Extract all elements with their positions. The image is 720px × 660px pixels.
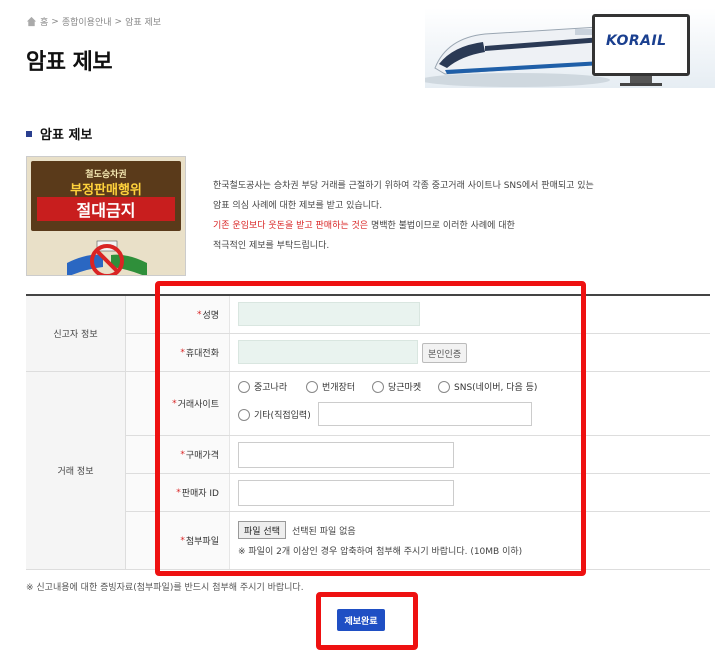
description-warning: 기존 운임보다 웃돈을 받고 판매하는 것은 — [213, 221, 369, 231]
breadcrumb-separator: > — [114, 16, 123, 27]
monitor-base — [620, 83, 662, 86]
breadcrumb-level1[interactable]: 종합이용안내 — [62, 15, 112, 28]
description-line: 적극적인 제보를 부탁드립니다. — [213, 241, 330, 251]
home-icon[interactable] — [26, 16, 37, 27]
breadcrumb-home[interactable]: 홈 — [40, 15, 48, 28]
submit-highlight-box — [316, 592, 418, 650]
poster-banner: 절대금지 — [37, 197, 175, 221]
description-line: 암표 의심 사례에 대한 제보를 받고 있습니다. — [213, 201, 383, 211]
section-title: 암표 제보 — [40, 128, 93, 143]
poster-board: 철도승차권 부정판매행위 절대금지 — [31, 161, 181, 231]
breadcrumb-separator: > — [51, 16, 59, 27]
description-line: 기존 운임보다 웃돈을 받고 판매하는 것은 명백한 불법이므로 이러한 사례에… — [213, 216, 594, 236]
section-header: 암표 제보 — [26, 124, 92, 143]
group-trade-info: 거래 정보 — [26, 372, 126, 570]
group-reporter-info: 신고자 정보 — [26, 296, 126, 372]
breadcrumb-current: 암표 제보 — [125, 18, 162, 28]
description-line: 한국철도공사는 승차권 부당 거래를 근절하기 위하여 각종 중고거래 사이트나… — [213, 181, 594, 191]
description: 한국철도공사는 승차권 부당 거래를 근절하기 위하여 각종 중고거래 사이트나… — [213, 176, 594, 256]
campaign-poster-image: 철도승차권 부정판매행위 절대금지 — [26, 156, 186, 276]
prohibition-sign-icon — [67, 240, 147, 275]
page: 홈 > 종합이용안내 > 암표 제보 암표 제보 KORAIL 암표 제보 철도… — [0, 0, 720, 660]
description-text: 명백한 불법이므로 이러한 사례에 대한 — [368, 221, 515, 231]
poster-headline: 부정판매행위 — [70, 183, 142, 198]
section-bullet-icon — [26, 130, 32, 137]
korail-logo: KORAIL — [606, 33, 667, 49]
breadcrumb: 홈 > 종합이용안내 > 암표 제보 — [26, 15, 161, 28]
page-title: 암표 제보 — [26, 50, 113, 75]
evidence-footnote: ※ 신고내용에 대한 증빙자료(첨부파일)를 반드시 첨부해 주시기 바랍니다. — [26, 583, 304, 593]
form-highlight-box — [155, 281, 586, 576]
